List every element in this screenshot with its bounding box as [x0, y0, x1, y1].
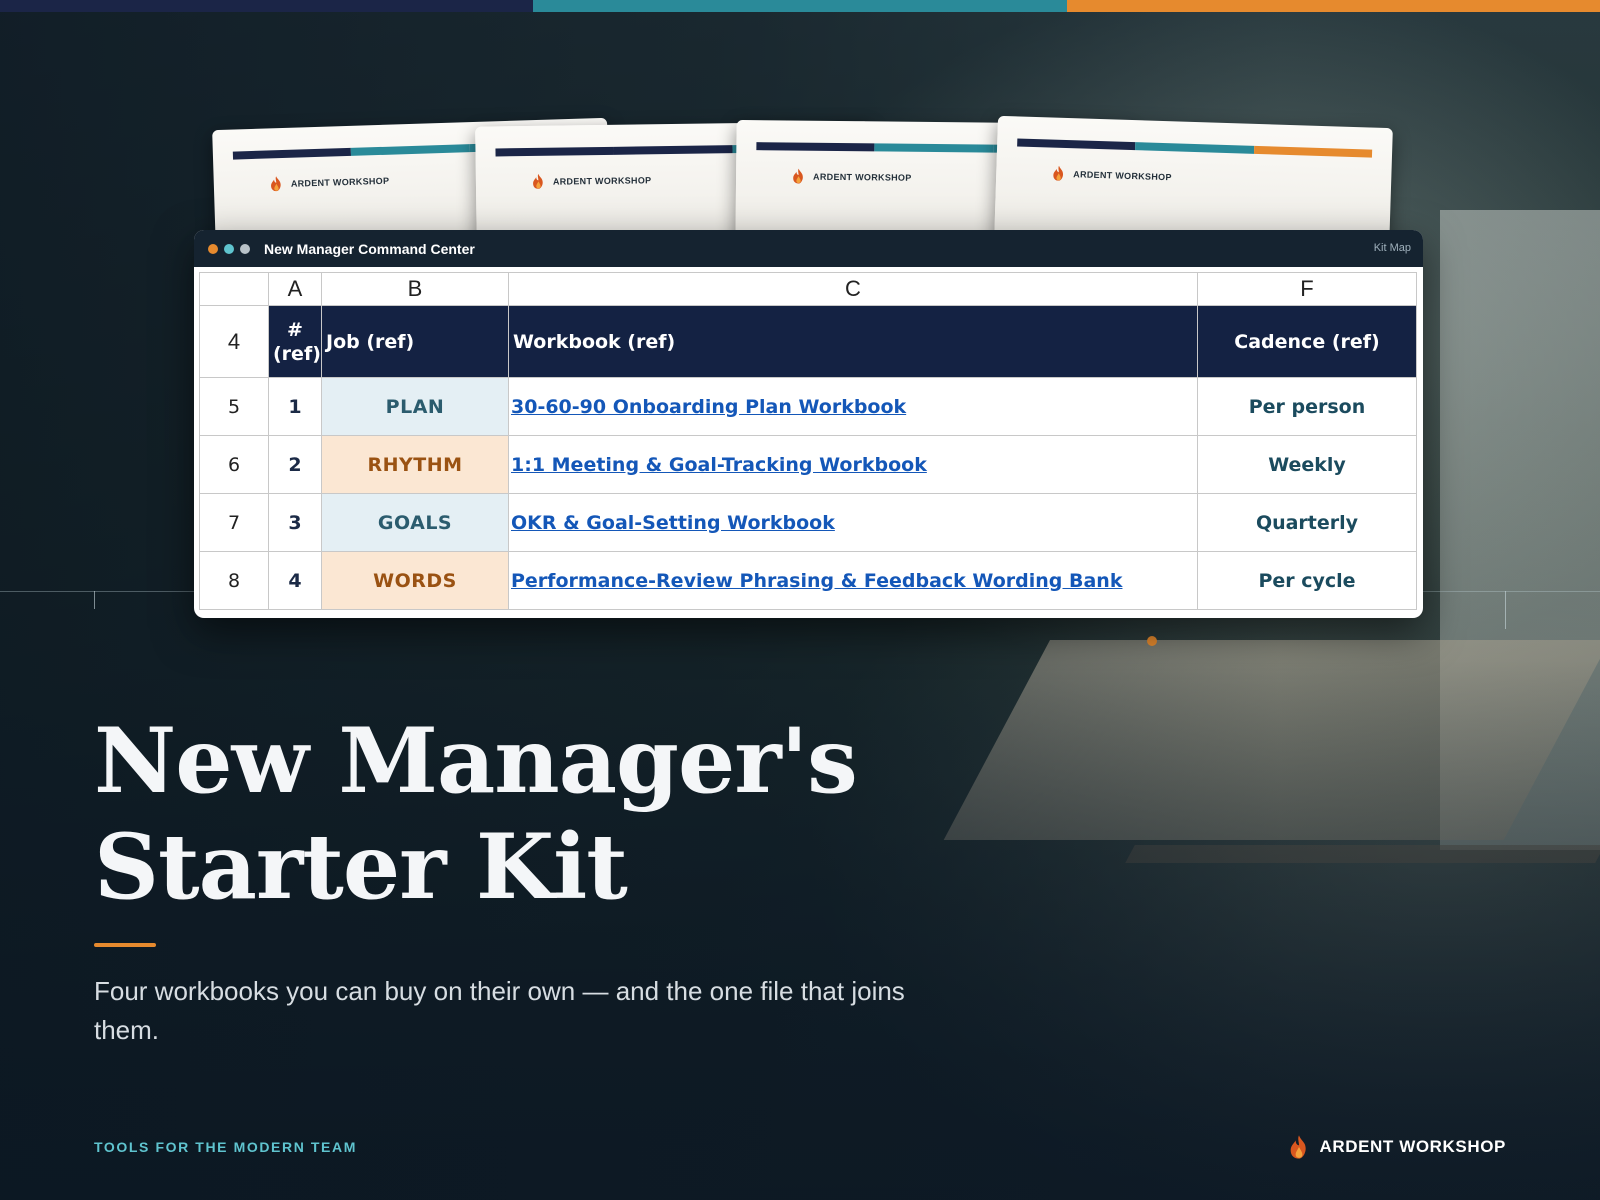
workbook-cell[interactable]: 30-60-90 Onboarding Plan Workbook [508, 377, 1198, 436]
cadence-cell[interactable]: Per person [1197, 377, 1417, 436]
row-number[interactable]: 4 [199, 305, 269, 378]
table-row: 6 2 RHYTHM 1:1 Meeting & Goal-Tracking W… [199, 435, 1417, 494]
header-workbook[interactable]: Workbook (ref) [508, 305, 1198, 378]
card-brand: ARDENT WORKSHOP [290, 175, 390, 189]
page-title: New Manager's Starter Kit [94, 708, 994, 920]
workbook-cell[interactable]: OKR & Goal-Setting Workbook [508, 493, 1198, 552]
table-header-row: 4 # (ref) Job (ref) Workbook (ref) Caden… [199, 305, 1417, 378]
column-header[interactable]: F [1197, 272, 1417, 306]
window-close-dot[interactable] [208, 243, 218, 254]
workbook-link[interactable]: OKR & Goal-Setting Workbook [509, 512, 835, 534]
row-index-cell[interactable]: 2 [268, 435, 322, 494]
title-underline [94, 943, 156, 947]
corner-cell[interactable] [199, 272, 269, 306]
row-number[interactable]: 8 [199, 551, 269, 610]
card-brand: ARDENT WORKSHOP [552, 174, 652, 187]
guide-tick [94, 591, 95, 609]
workbook-cell[interactable]: Performance-Review Phrasing & Feedback W… [508, 551, 1198, 610]
window-titlebar: New Manager Command Center Kit Map [194, 230, 1423, 267]
workbook-link[interactable]: 30-60-90 Onboarding Plan Workbook [509, 396, 906, 418]
column-header-row: A B C F [199, 272, 1417, 306]
flame-icon [1053, 165, 1064, 181]
row-number[interactable]: 7 [199, 493, 269, 552]
row-number[interactable]: 6 [199, 435, 269, 494]
workbook-link[interactable]: 1:1 Meeting & Goal-Tracking Workbook [509, 454, 927, 476]
window-title: New Manager Command Center [264, 240, 475, 257]
card-brand: ARDENT WORKSHOP [1073, 168, 1172, 182]
brand-name: ARDENT WORKSHOP [1319, 1137, 1506, 1156]
table-row: 5 1 PLAN 30-60-90 Onboarding Plan Workbo… [199, 377, 1417, 436]
table-row: 8 4 WORDS Performance-Review Phrasing & … [199, 551, 1417, 610]
page-subtitle: Four workbooks you can buy on their own … [94, 976, 905, 1045]
cadence-cell[interactable]: Per cycle [1197, 551, 1417, 610]
cadence-cell[interactable]: Weekly [1197, 435, 1417, 494]
column-header[interactable]: A [268, 272, 322, 306]
table-row: 7 3 GOALS OKR & Goal-Setting Workbook Qu… [199, 493, 1417, 552]
row-number[interactable]: 5 [199, 377, 269, 436]
title-line: Starter Kit [94, 814, 628, 920]
header-num[interactable]: # (ref) [268, 305, 322, 378]
cadence-cell[interactable]: Quarterly [1197, 493, 1417, 552]
workbook-link[interactable]: Performance-Review Phrasing & Feedback W… [509, 570, 1122, 592]
flame-icon [1291, 1135, 1307, 1159]
column-header[interactable]: B [321, 272, 509, 306]
guide-dot [1147, 636, 1157, 646]
job-cell[interactable]: WORDS [321, 551, 509, 610]
spreadsheet-window: New Manager Command Center Kit Map A B C… [194, 230, 1423, 618]
top-accent-bar [0, 0, 1600, 12]
footer-brand[interactable]: ARDENT WORKSHOP [1289, 1135, 1506, 1159]
job-cell[interactable]: PLAN [321, 377, 509, 436]
flame-icon [793, 168, 803, 184]
spreadsheet-grid: A B C F 4 # (ref) Job (ref) Workbook (re… [199, 272, 1417, 610]
flame-icon [271, 176, 281, 192]
header-cadence[interactable]: Cadence (ref) [1197, 305, 1417, 378]
window-zoom-dot[interactable] [240, 243, 250, 254]
column-header[interactable]: C [508, 272, 1198, 306]
header-job[interactable]: Job (ref) [321, 305, 509, 378]
row-index-cell[interactable]: 4 [268, 551, 322, 610]
workbook-cell[interactable]: 1:1 Meeting & Goal-Tracking Workbook [508, 435, 1198, 494]
kit-map-tab[interactable]: Kit Map [1374, 242, 1411, 254]
job-cell[interactable]: RHYTHM [321, 435, 509, 494]
guide-tick [1505, 591, 1506, 629]
title-line: New Manager's [94, 708, 858, 814]
window-minimize-dot[interactable] [224, 243, 234, 254]
row-index-cell[interactable]: 3 [268, 493, 322, 552]
job-cell[interactable]: GOALS [321, 493, 509, 552]
row-index-cell[interactable]: 1 [268, 377, 322, 436]
tagline: TOOLS FOR THE MODERN TEAM [94, 1139, 357, 1155]
card-brand: ARDENT WORKSHOP [813, 171, 912, 183]
flame-icon [533, 173, 543, 189]
